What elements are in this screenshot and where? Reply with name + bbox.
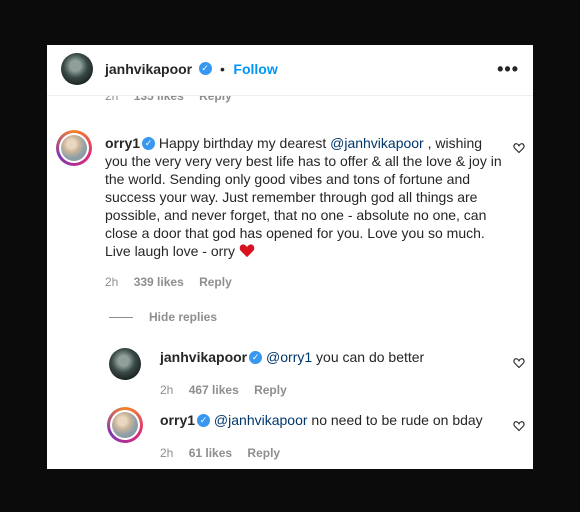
hide-replies-button[interactable]: Hide replies bbox=[109, 310, 217, 324]
reply1-reply[interactable]: Reply bbox=[254, 383, 287, 397]
main-comment-time: 2h bbox=[105, 275, 119, 289]
janhvikapoor-avatar[interactable] bbox=[61, 53, 93, 85]
reply2-mention[interactable]: @janhvikapoor bbox=[214, 412, 308, 428]
main-comment-text-2: , wishing you the very very very best li… bbox=[105, 135, 502, 259]
reply2-likes[interactable]: 61 likes bbox=[189, 446, 232, 460]
orry1-reply-avatar[interactable] bbox=[107, 407, 143, 443]
post-header: janhvikapoor ✓ • Follow ••• bbox=[47, 45, 533, 96]
reply2-reply[interactable]: Reply bbox=[247, 446, 280, 460]
main-comment-mention[interactable]: @janhvikapoor bbox=[330, 135, 424, 151]
main-comment-meta: 2h 339 likes Reply bbox=[105, 275, 244, 289]
reply1-likes[interactable]: 467 likes bbox=[189, 383, 239, 397]
verified-badge-icon: ✓ bbox=[249, 350, 263, 364]
comments-panel: janhvikapoor ✓ • Follow ••• 2h 135 likes… bbox=[47, 45, 533, 469]
like-heart-icon[interactable] bbox=[513, 420, 525, 432]
more-options-icon[interactable]: ••• bbox=[497, 59, 519, 80]
reply2-text: no need to be rude on bday bbox=[307, 412, 483, 428]
verified-badge-icon: ✓ bbox=[197, 413, 211, 427]
reply2-username[interactable]: orry1 bbox=[160, 412, 195, 428]
reply1-mention[interactable]: @orry1 bbox=[266, 349, 312, 365]
header-username[interactable]: janhvikapoor bbox=[105, 61, 192, 77]
separator-dot: • bbox=[220, 61, 225, 77]
orry1-avatar[interactable] bbox=[56, 130, 92, 166]
reply-janhvikapoor: janhvikapoor ✓ @orry1 you can do better bbox=[160, 348, 490, 366]
main-comment-likes[interactable]: 339 likes bbox=[134, 275, 184, 289]
reply2-meta: 2h 61 likes Reply bbox=[160, 446, 292, 460]
verified-badge-icon: ✓ bbox=[142, 136, 156, 150]
replies-divider-line bbox=[109, 317, 133, 319]
main-comment-username[interactable]: orry1 bbox=[105, 135, 140, 151]
reply1-meta: 2h 467 likes Reply bbox=[160, 383, 299, 397]
reply1-text: you can do better bbox=[312, 349, 425, 365]
main-comment-reply[interactable]: Reply bbox=[199, 275, 232, 289]
reply-orry1: orry1 ✓ @janhvikapoor no need to be rude … bbox=[160, 411, 500, 429]
reply1-username[interactable]: janhvikapoor bbox=[160, 349, 247, 365]
follow-button[interactable]: Follow bbox=[233, 61, 277, 77]
main-comment: orry1 ✓ Happy birthday my dearest @janhvi… bbox=[105, 134, 505, 262]
verified-badge-icon: ✓ bbox=[198, 62, 212, 76]
like-heart-icon[interactable] bbox=[513, 142, 525, 154]
janhvikapoor-reply-avatar[interactable] bbox=[109, 348, 141, 380]
reply2-time: 2h bbox=[160, 446, 174, 460]
red-heart-emoji-icon bbox=[239, 243, 255, 262]
hide-replies-label[interactable]: Hide replies bbox=[149, 310, 217, 324]
like-heart-icon[interactable] bbox=[513, 357, 525, 369]
main-comment-text-1: Happy birthday my dearest bbox=[155, 135, 331, 151]
reply1-time: 2h bbox=[160, 383, 174, 397]
